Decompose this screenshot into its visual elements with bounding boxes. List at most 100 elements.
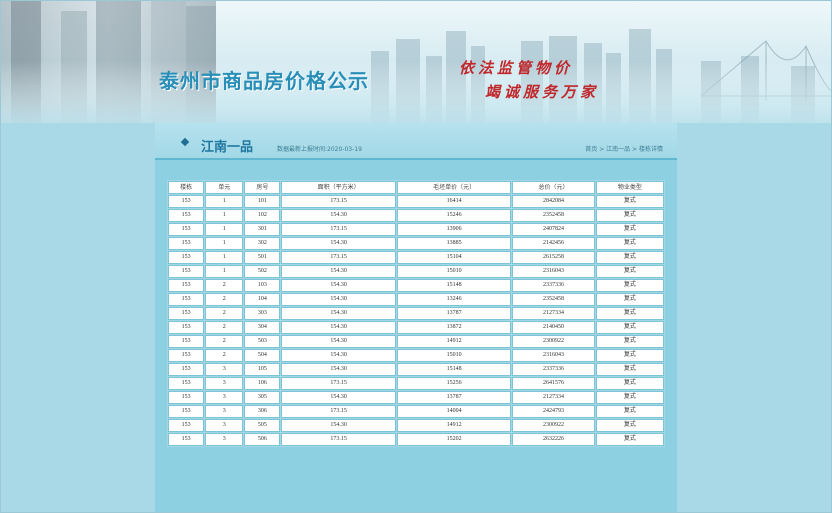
slogan-line-1: 依法监管物价 — [459, 59, 574, 77]
cell-room: 502 — [244, 265, 281, 278]
breadcrumb-separator: > — [597, 146, 607, 153]
cell-unit-price: 13246 — [396, 293, 512, 306]
table-row: 153 3 106 173.15 15256 2641576 复式 — [168, 377, 664, 390]
cell-room: 304 — [244, 321, 281, 334]
breadcrumb-home-link[interactable]: 首页 — [585, 146, 597, 153]
cell-total-price: 2300922 — [512, 335, 595, 348]
cell-property-type: 复式 — [595, 349, 664, 362]
cell-total-price: 2352458 — [512, 293, 595, 306]
cell-room: 306 — [244, 405, 281, 418]
table-row: 153 2 503 154.30 14912 2300922 复式 — [168, 335, 664, 348]
cell-total-price: 2337336 — [512, 363, 595, 376]
cell-unit-price: 14912 — [396, 419, 512, 432]
cell-total-price: 2615258 — [512, 251, 595, 264]
update-time: 数据最新上报时间:2020-03-19 — [277, 144, 362, 153]
cell-unit: 3 — [205, 419, 244, 432]
cell-unit-price: 15148 — [396, 363, 512, 376]
cell-room: 505 — [244, 419, 281, 432]
column-header-property-type: 物业类型 — [595, 181, 664, 194]
cell-building: 153 — [168, 419, 205, 432]
cell-unit: 2 — [205, 279, 244, 292]
cell-total-price: 2316043 — [512, 349, 595, 362]
table-row: 153 2 103 154.30 15148 2337336 复式 — [168, 279, 664, 292]
cell-building: 153 — [168, 279, 205, 292]
cell-building: 153 — [168, 237, 205, 250]
update-time-value: 2020-03-19 — [327, 146, 362, 153]
cell-unit-price: 14912 — [396, 335, 512, 348]
cell-room: 501 — [244, 251, 281, 264]
diamond-bullet-icon — [180, 137, 190, 147]
cell-property-type: 复式 — [595, 209, 664, 222]
cell-area: 154.30 — [281, 307, 396, 320]
cell-area: 173.15 — [281, 195, 396, 208]
cell-room: 103 — [244, 279, 281, 292]
cell-building: 153 — [168, 335, 205, 348]
cell-building: 153 — [168, 433, 205, 446]
page-frame: 泰州市商品房价格公示 依法监管物价 竭诚服务万家 江南一品 数据最新上报时间:2… — [0, 0, 832, 513]
cell-property-type: 复式 — [595, 433, 664, 446]
cell-unit-price: 13872 — [396, 321, 512, 334]
cell-area: 154.30 — [281, 349, 396, 362]
cell-total-price: 2316043 — [512, 265, 595, 278]
breadcrumb-project-link[interactable]: 江南一品 — [606, 146, 630, 153]
cell-building: 153 — [168, 195, 205, 208]
table-row: 153 2 104 154.30 13246 2352458 复式 — [168, 293, 664, 306]
column-header-total-price: 总价（元） — [512, 181, 595, 194]
cell-room: 106 — [244, 377, 281, 390]
cell-unit-price: 15010 — [396, 265, 512, 278]
cell-unit: 2 — [205, 335, 244, 348]
cell-unit-price: 15104 — [396, 251, 512, 264]
cell-property-type: 复式 — [595, 419, 664, 432]
cell-unit: 1 — [205, 251, 244, 264]
cell-building: 153 — [168, 321, 205, 334]
cell-area: 173.15 — [281, 223, 396, 236]
cell-area: 173.15 — [281, 251, 396, 264]
cell-unit-price: 14004 — [396, 405, 512, 418]
table-row: 153 3 505 154.30 14912 2300922 复式 — [168, 419, 664, 432]
cell-total-price: 2424793 — [512, 405, 595, 418]
cell-room: 301 — [244, 223, 281, 236]
cell-room: 506 — [244, 433, 281, 446]
cell-room: 101 — [244, 195, 281, 208]
cell-unit-price: 15010 — [396, 349, 512, 362]
page-title: 江南一品 — [201, 140, 254, 155]
cell-building: 153 — [168, 391, 205, 404]
cell-room: 104 — [244, 293, 281, 306]
cell-room: 503 — [244, 335, 281, 348]
cell-property-type: 复式 — [595, 223, 664, 236]
cell-building: 153 — [168, 293, 205, 306]
cell-unit: 3 — [205, 391, 244, 404]
table-row: 153 3 506 173.15 15202 2632226 复式 — [168, 433, 664, 446]
cell-building: 153 — [168, 223, 205, 236]
cell-property-type: 复式 — [595, 251, 664, 264]
table-row: 153 1 101 173.15 16414 2842084 复式 — [168, 195, 664, 208]
cell-building: 153 — [168, 209, 205, 222]
breadcrumb: 首页 > 江南一品 > 楼栋详情 — [585, 144, 663, 153]
cell-unit-price: 15148 — [396, 279, 512, 292]
cell-building: 153 — [168, 307, 205, 320]
cell-unit: 2 — [205, 349, 244, 362]
column-header-unit: 单元 — [205, 181, 244, 194]
cell-property-type: 复式 — [595, 321, 664, 334]
cell-property-type: 复式 — [595, 377, 664, 390]
panel-header: 江南一品 数据最新上报时间:2020-03-19 首页 > 江南一品 > 楼栋详… — [155, 123, 677, 160]
cell-unit-price: 13787 — [396, 391, 512, 404]
cell-area: 154.30 — [281, 293, 396, 306]
cell-area: 154.30 — [281, 209, 396, 222]
cell-total-price: 2842084 — [512, 195, 595, 208]
cell-total-price: 2407824 — [512, 223, 595, 236]
cell-building: 153 — [168, 265, 205, 278]
column-header-room: 房号 — [244, 181, 281, 194]
cell-total-price: 2337336 — [512, 279, 595, 292]
cell-unit-price: 15202 — [396, 433, 512, 446]
cell-unit: 2 — [205, 307, 244, 320]
site-title: 泰州市商品房价格公示 — [159, 69, 369, 93]
cell-unit-price: 13906 — [396, 223, 512, 236]
cell-total-price: 2140450 — [512, 321, 595, 334]
table-row: 153 1 102 154.30 15246 2352458 复式 — [168, 209, 664, 222]
cell-area: 154.30 — [281, 321, 396, 334]
cell-property-type: 复式 — [595, 405, 664, 418]
cell-area: 154.30 — [281, 391, 396, 404]
cell-area: 154.30 — [281, 237, 396, 250]
cell-unit-price: 13885 — [396, 237, 512, 250]
